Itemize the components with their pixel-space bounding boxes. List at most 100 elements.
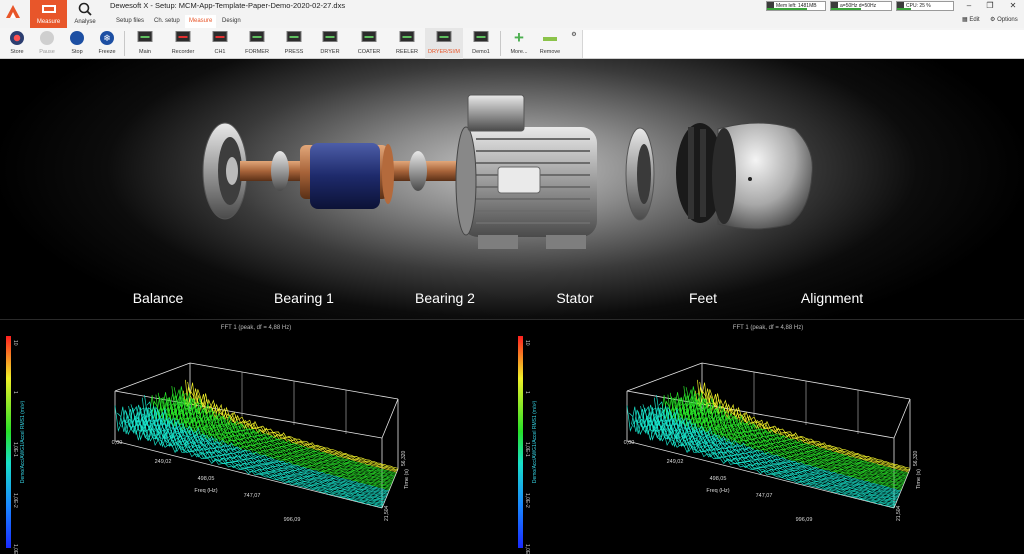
y-tick-label: 21,504 — [384, 505, 390, 521]
x-tick-label: 498,05 — [198, 476, 215, 482]
record-icon — [10, 31, 24, 45]
more-button[interactable]: + More... — [504, 28, 534, 59]
label-stator[interactable]: Stator — [556, 290, 593, 306]
remove-label: Remove — [539, 49, 561, 55]
freeze-label: Freeze — [98, 49, 116, 55]
tab-setup-files[interactable]: Setup files — [112, 15, 148, 28]
screen-former[interactable]: FORMER — [240, 28, 274, 59]
x-tick-label: 0,00 — [112, 440, 123, 446]
colorbar-tick-label: 1 — [524, 391, 530, 394]
z-axis-label: Demo/Acc/AWG1/Accel RMS1 (m/s²) — [20, 401, 26, 484]
cpu-monitor: CPU: 25 % — [896, 1, 954, 11]
stop-button[interactable]: Stop — [62, 28, 92, 59]
box-edge — [381, 398, 399, 439]
memory-monitor: Mem left: 1481MB — [766, 1, 826, 11]
x-tick-label: 996,09 — [284, 517, 301, 523]
properties-panel[interactable] — [582, 30, 1024, 58]
x-axis-label: Freq (Hz) — [706, 488, 729, 494]
label-feet[interactable]: Feet — [689, 290, 717, 306]
screen-reeler[interactable]: REELER — [390, 28, 424, 59]
plus-icon: + — [514, 28, 524, 47]
screen-dryer-si-m[interactable]: DRYER/SI/M — [425, 28, 463, 59]
analyse-mode-button[interactable]: Analyse — [67, 0, 103, 28]
screen-label: REELER — [395, 49, 418, 55]
pause-label: Pause — [39, 49, 55, 55]
screen-icon — [249, 31, 265, 42]
label-alignment[interactable]: Alignment — [801, 290, 863, 306]
screen-dryer[interactable]: DRYER — [314, 28, 346, 59]
x-tick-label: 249,02 — [155, 459, 172, 465]
colorbar-tick-label: 1,0E-3 — [12, 544, 18, 554]
screen-label: Recorder — [171, 49, 195, 55]
title-bar: Measure Analyse Dewesoft X - Setup: MCM-… — [0, 0, 1024, 28]
fft-charts-area: FFT 1 (peak, df = 4,88 Hz) 10 1 1,0E-1 1,0E-… — [0, 319, 1024, 554]
edit-label: Edit — [969, 17, 980, 23]
x-axis-label: Freq (Hz) — [194, 488, 217, 494]
screen-ch1[interactable]: CH1 — [204, 28, 236, 59]
snowflake-icon: ❄ — [100, 31, 114, 45]
label-bearing-2[interactable]: Bearing 2 — [415, 290, 475, 306]
remove-button[interactable]: Remove — [535, 28, 565, 59]
tab-design[interactable]: Design — [218, 15, 245, 28]
screen-icon — [286, 31, 302, 42]
screen-label: Demo1 — [472, 49, 490, 55]
screen-demo1[interactable]: Demo1 — [466, 28, 496, 59]
gear-icon: ⚙ — [571, 32, 577, 38]
edit-button[interactable]: ▦ Edit — [962, 16, 980, 23]
dewesoft-logo[interactable] — [4, 3, 22, 21]
store-button[interactable]: Store — [2, 28, 32, 59]
screen-main[interactable]: Main — [129, 28, 161, 59]
colorbar-tick-label: 1,0E-1 — [12, 442, 18, 457]
x-tick-label: 996,09 — [796, 517, 813, 523]
motor-illustration: Balance Bearing 1 Bearing 2 Stator Feet … — [0, 59, 1024, 319]
waterfall-trace — [690, 386, 908, 475]
y-tick-label: 21,504 — [896, 505, 902, 521]
fft-waterfall-chart-1[interactable]: FFT 1 (peak, df = 4,88 Hz) 10 1 1,0E-1 1,0E-… — [0, 320, 512, 554]
options-button[interactable]: ⚙ Options — [990, 16, 1018, 23]
window-title: Dewesoft X - Setup: MCM-App-Template-Pap… — [110, 1, 346, 10]
screen-icon — [361, 31, 377, 42]
toolbar-settings[interactable]: ⚙ — [569, 28, 579, 59]
colorbar-tick-label: 1 — [12, 391, 18, 394]
tab-ch-setup[interactable]: Ch. setup — [150, 15, 184, 28]
colorbar-tick-label: 1,0E-3 — [524, 544, 530, 554]
fft-waterfall-chart-2[interactable]: FFT 1 (peak, df = 4,88 Hz) 10 1 1,0E-1 1,0E-… — [512, 320, 1024, 554]
minimize-icon[interactable]: – — [962, 0, 976, 12]
measure-mode-label: Measure — [36, 19, 61, 25]
waterfall-trace — [178, 386, 396, 475]
screen-coater[interactable]: COATER — [352, 28, 386, 59]
measure-icon — [42, 5, 56, 13]
screen-icon — [137, 31, 153, 42]
pause-button[interactable]: Pause — [32, 28, 62, 59]
pause-icon — [40, 31, 54, 45]
colorbar-tick-label: 1,0E-2 — [12, 493, 18, 508]
chart-title: FFT 1 (peak, df = 4,88 Hz) — [733, 325, 803, 331]
restore-icon[interactable]: ❐ — [983, 0, 997, 12]
colorbar-tick-label: 1,0E-1 — [524, 442, 530, 457]
screen-recorder[interactable]: Recorder — [166, 28, 200, 59]
y-tick-label: 56,320 — [913, 450, 919, 466]
screen-label: Main — [139, 49, 151, 55]
freeze-button[interactable]: ❄ Freeze — [92, 28, 122, 59]
screen-icon — [399, 31, 415, 42]
y-axis-label: Time (s) — [916, 469, 922, 489]
stop-icon — [70, 31, 84, 45]
analyse-mode-label: Analyse — [74, 19, 96, 25]
tab-measure[interactable]: Measure — [185, 15, 217, 28]
x-tick-label: 0,00 — [624, 440, 635, 446]
gear-icon: ⚙ — [990, 17, 996, 23]
screen-label: COATER — [357, 49, 381, 55]
screen-icon — [212, 31, 228, 42]
measure-mode-button[interactable]: Measure — [30, 0, 67, 28]
screen-label: DRYER — [320, 49, 340, 55]
exploded-motor-image — [202, 94, 813, 249]
label-bearing-1[interactable]: Bearing 1 — [274, 290, 334, 306]
screen-label: PRESS — [284, 49, 304, 55]
close-icon[interactable]: ✕ — [1006, 0, 1020, 12]
label-balance[interactable]: Balance — [133, 290, 184, 306]
z-axis-label: Demo/Acc/AWG1/Accel RMS1 (m/s²) — [532, 401, 538, 484]
x-tick-label: 249,02 — [667, 459, 684, 465]
screen-press[interactable]: PRESS — [278, 28, 310, 59]
x-tick-label: 498,05 — [710, 476, 727, 482]
sync-monitor: a=50Hz d=50Hz — [830, 1, 892, 11]
